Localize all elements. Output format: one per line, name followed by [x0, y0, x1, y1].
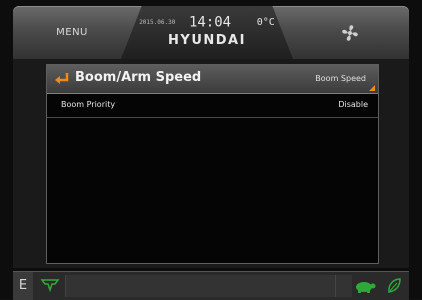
setting-label: Boom Priority	[61, 100, 116, 109]
dialog-title: Boom/Arm Speed	[75, 70, 202, 85]
hydraulic-warning-icon	[40, 279, 60, 293]
status-bar-segment	[335, 275, 352, 297]
fan-icon	[342, 24, 358, 41]
temperature-readout: 0°C	[256, 17, 275, 28]
clock-row: 2015.06.30 14:04 0°C	[121, 12, 293, 31]
dropdown-indicator-icon	[369, 85, 375, 91]
eco-leaf-icon	[388, 278, 401, 293]
back-arrow-icon[interactable]	[53, 71, 71, 87]
bottom-status-bar: E	[13, 271, 409, 300]
status-bar-segment	[65, 275, 336, 297]
mode-dropdown[interactable]: Boom Speed	[315, 74, 372, 83]
status-panel: 2015.06.30 14:04 0°C HYUNDAI	[121, 6, 293, 59]
setting-row-boom-priority[interactable]: Boom Priority Disable	[47, 94, 378, 118]
brand-logo: HYUNDAI	[168, 33, 246, 48]
main-area: Boom/Arm Speed Boom Speed Boom Priority …	[13, 59, 409, 268]
power-mode-indicator: E	[13, 272, 33, 300]
boom-arm-speed-dialog: Boom/Arm Speed Boom Speed Boom Priority …	[46, 64, 379, 264]
menu-button[interactable]: MENU	[13, 6, 131, 59]
setting-value[interactable]: Disable	[338, 100, 368, 109]
menu-label: MENU	[56, 27, 88, 38]
date-text: 2015.06.30	[139, 19, 176, 26]
tortoise-icon	[356, 282, 376, 293]
fan-button[interactable]	[291, 6, 409, 59]
clock-time: 14:04	[188, 14, 232, 31]
dialog-header: Boom/Arm Speed Boom Speed	[47, 65, 378, 94]
top-bar: MENU 2015.06.30 14:04 0°C HYUNDAI	[13, 6, 409, 59]
